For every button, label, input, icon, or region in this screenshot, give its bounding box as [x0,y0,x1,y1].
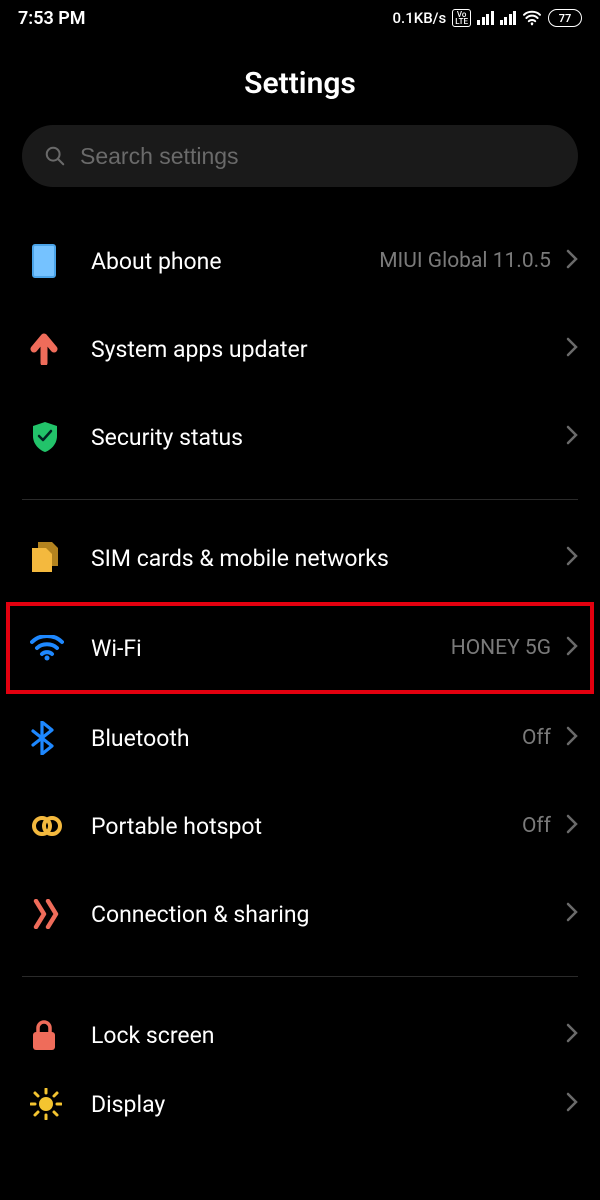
row-value: MIUI Global 11.0.5 [379,249,551,273]
wifi-icon [30,635,90,661]
chevron-right-icon [566,425,578,449]
signal-sim2-icon [500,11,517,25]
battery-icon: 77 [548,9,582,27]
row-sim-cards[interactable]: SIM cards & mobile networks [0,514,600,602]
phone-icon [30,244,90,278]
arrow-up-icon [30,333,90,365]
chevron-right-icon [566,546,578,570]
row-label: Portable hotspot [91,813,521,840]
status-time: 7:53 PM [18,8,86,29]
status-net-speed: 0.1KB/s [393,9,447,27]
hotspot-icon [30,814,90,838]
row-wifi[interactable]: Wi-Fi HONEY 5G [6,602,594,694]
row-value: Off [522,814,551,838]
row-hotspot[interactable]: Portable hotspot Off [0,782,600,870]
search-input[interactable] [80,143,556,170]
chevron-right-icon [566,1023,578,1047]
row-label: Wi-Fi [91,635,450,662]
row-value: HONEY 5G [451,636,551,660]
divider [22,976,578,977]
row-bluetooth[interactable]: Bluetooth Off [0,694,600,782]
search-bar[interactable] [22,125,578,187]
row-label: SIM cards & mobile networks [91,545,565,572]
row-about-phone[interactable]: About phone MIUI Global 11.0.5 [0,217,600,305]
chevron-right-icon [566,814,578,838]
row-label: Security status [91,424,565,451]
status-bar: 7:53 PM 0.1KB/s VoLTE 77 [0,0,600,36]
row-system-updater[interactable]: System apps updater [0,305,600,393]
row-label: System apps updater [91,336,565,363]
lock-icon [30,1019,90,1051]
bluetooth-icon [30,721,90,755]
connection-sharing-icon [30,899,90,929]
row-value: Off [522,726,551,750]
row-display[interactable]: Display [0,1079,600,1129]
row-connection-sharing[interactable]: Connection & sharing [0,870,600,958]
brightness-icon [30,1088,90,1120]
row-label: Display [91,1091,565,1118]
chevron-right-icon [566,726,578,750]
row-label: About phone [91,248,378,275]
volte-icon: VoLTE [452,9,471,27]
chevron-right-icon [566,1092,578,1116]
signal-sim1-icon [477,11,494,25]
row-label: Connection & sharing [91,901,565,928]
group-device: About phone MIUI Global 11.0.5 System ap… [0,207,600,495]
chevron-right-icon [566,636,578,660]
sim-cards-icon [30,542,90,574]
chevron-right-icon [566,902,578,926]
wifi-status-icon [522,10,542,26]
chevron-right-icon [566,249,578,273]
chevron-right-icon [566,337,578,361]
search-icon [44,145,66,167]
row-security-status[interactable]: Security status [0,393,600,481]
row-label: Bluetooth [91,725,521,752]
row-label: Lock screen [91,1022,565,1049]
group-personal: Lock screen Display [0,981,600,1143]
shield-check-icon [30,420,90,454]
group-network: SIM cards & mobile networks Wi-Fi HONEY … [0,504,600,972]
divider [22,499,578,500]
page-title: Settings [0,66,600,101]
row-lock-screen[interactable]: Lock screen [0,991,600,1079]
